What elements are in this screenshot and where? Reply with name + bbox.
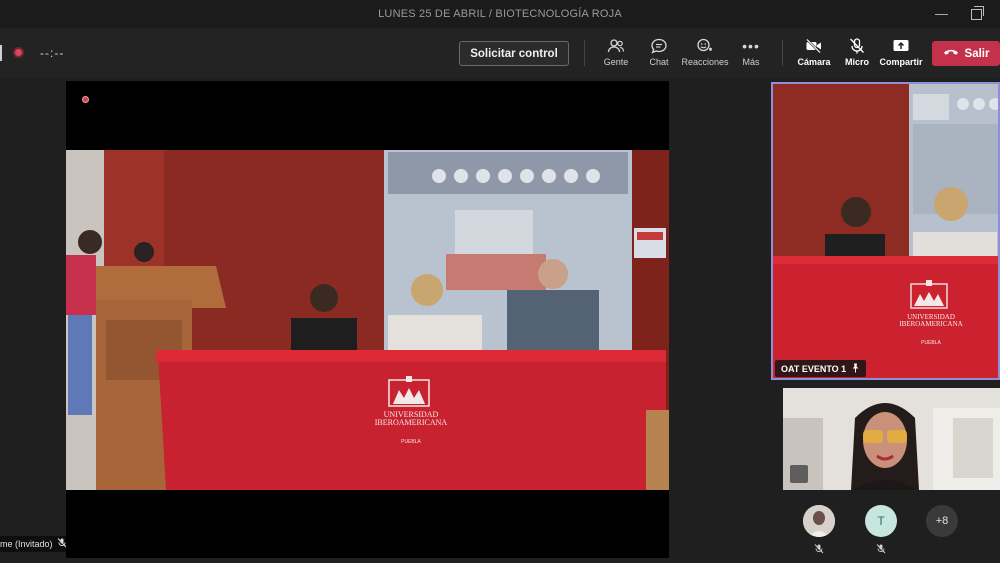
people-label: Gente xyxy=(603,57,629,67)
speaker-name-tag: me (Invitado) xyxy=(0,536,71,552)
room-name: OAT EVENTO 1 xyxy=(781,363,847,374)
reactions-button[interactable]: Reacciones xyxy=(679,37,731,71)
meeting-timer: --:-- xyxy=(40,46,65,60)
camera-label: Cámara xyxy=(797,57,831,67)
left-edge-bar xyxy=(0,45,2,61)
people-icon xyxy=(607,37,625,55)
pip-icon[interactable] xyxy=(790,465,808,483)
leave-label: Salir xyxy=(964,47,990,60)
more-label: Más xyxy=(742,57,760,67)
reactions-label: Reacciones xyxy=(681,57,729,67)
participant-video-tile[interactable] xyxy=(783,388,1000,490)
more-button[interactable]: ••• Más xyxy=(725,37,777,71)
more-icon: ••• xyxy=(742,38,760,54)
mic-muted-icon xyxy=(876,541,886,559)
chat-button[interactable]: Chat xyxy=(633,37,685,71)
mic-muted-icon xyxy=(57,538,67,550)
room-banner-text: UNIVERSIDAD IBEROAMERICANA xyxy=(899,313,963,328)
chat-icon xyxy=(650,37,668,55)
conference-room-scene xyxy=(66,150,669,490)
banner-text: UNIVERSIDAD IBEROAMERICANA xyxy=(374,410,448,427)
recording-dot-icon xyxy=(82,96,89,103)
mic-off-icon xyxy=(848,37,866,55)
share-button[interactable]: Compartir xyxy=(875,37,927,71)
mic-muted-icon xyxy=(814,541,824,559)
minimize-button[interactable]: — xyxy=(935,6,948,21)
speaker-name: me (Invitado) xyxy=(0,539,53,549)
main-video-feed[interactable]: UNIVERSIDAD IBEROAMERICANA PUEBLA xyxy=(66,150,669,490)
recording-indicator-icon xyxy=(13,47,24,58)
camera-off-icon xyxy=(805,37,823,55)
mic-label: Micro xyxy=(844,57,869,67)
request-control-button[interactable]: Solicitar control xyxy=(459,41,569,66)
share-icon xyxy=(892,37,910,55)
participant-video-scene xyxy=(783,388,1000,490)
participant-avatar-initial[interactable]: T xyxy=(865,505,897,537)
room-name-label: OAT EVENTO 1 xyxy=(775,360,867,377)
room-video-scene xyxy=(773,84,998,378)
leave-button[interactable]: Salir xyxy=(932,41,1000,66)
title-bar: LUNES 25 DE ABRIL / BIOTECNOLOGÍA ROJA xyxy=(0,0,1000,28)
toolbar-divider xyxy=(782,40,783,66)
chat-label: Chat xyxy=(649,57,669,67)
room-video-tile[interactable]: UNIVERSIDAD IBEROAMERICANA PUEBLA xyxy=(771,82,1000,380)
window-title: LUNES 25 DE ABRIL / BIOTECNOLOGÍA ROJA xyxy=(378,8,622,20)
restore-button[interactable] xyxy=(971,6,984,20)
participants-overflow-badge[interactable]: +8 xyxy=(926,505,958,537)
share-label: Compartir xyxy=(879,57,923,67)
room-banner-city: PUEBLA xyxy=(921,340,941,346)
toolbar-divider xyxy=(584,40,585,66)
reactions-icon xyxy=(696,37,714,55)
phone-hangup-icon xyxy=(943,47,959,60)
participant-avatar[interactable] xyxy=(803,505,835,537)
banner-city: PUEBLA xyxy=(401,439,421,445)
pin-icon[interactable] xyxy=(851,363,860,375)
